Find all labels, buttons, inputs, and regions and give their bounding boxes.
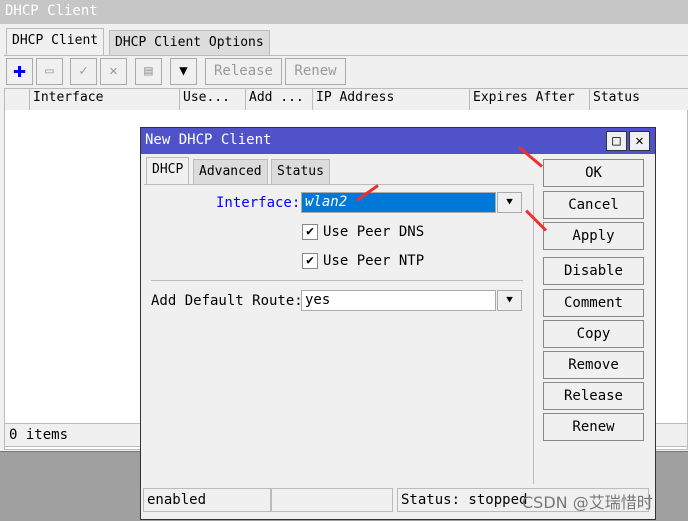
cancel-button[interactable]: Cancel [543, 191, 644, 219]
note-icon: ▤ [144, 63, 153, 79]
new-dhcp-client-dialog: New DHCP Client □ ✕ DHCP Advanced Status… [140, 127, 656, 520]
status-field-empty [271, 488, 393, 512]
column-header-select[interactable] [5, 89, 30, 110]
column-header-expires-after[interactable]: Expires After [470, 89, 590, 110]
remove-button[interactable]: ▭ [36, 58, 63, 85]
close-button[interactable]: ✕ [629, 131, 650, 151]
tab-dhcp[interactable]: DHCP [146, 157, 190, 185]
maximize-button[interactable]: □ [606, 131, 627, 151]
use-peer-ntp-label: Use Peer NTP [323, 253, 425, 269]
divider [151, 280, 523, 281]
apply-button[interactable]: Apply [543, 222, 644, 250]
interface-dropdown-button[interactable]: ⯆ [497, 192, 522, 213]
tab-dhcp-client[interactable]: DHCP Client [6, 28, 105, 56]
add-default-route-dropdown-button[interactable]: ⯆ [497, 290, 522, 311]
add-default-route-label: Add Default Route: [151, 293, 303, 309]
ok-button[interactable]: OK [543, 159, 644, 187]
copy-button[interactable]: Copy [543, 320, 644, 348]
disable-button[interactable]: ✕ [100, 58, 127, 85]
add-default-route-select[interactable]: yes [301, 290, 496, 311]
checkmark-icon: ✔ [306, 253, 314, 268]
dropdown-arrow-icon: ⯆ [504, 293, 515, 307]
divider [4, 55, 688, 56]
column-header-ip-address[interactable]: IP Address [313, 89, 470, 110]
status-enabled: enabled [143, 488, 271, 512]
interface-label: Interface: [216, 195, 301, 211]
filter-button[interactable]: ▼ [170, 58, 197, 85]
use-peer-ntp-checkbox[interactable]: ✔ [302, 253, 318, 269]
release-button[interactable]: Release [543, 382, 644, 410]
enable-button[interactable]: ✓ [70, 58, 97, 85]
remove-button[interactable]: Remove [543, 351, 644, 379]
use-peer-dns-label: Use Peer DNS [323, 224, 425, 240]
checkmark-icon: ✔ [306, 224, 314, 239]
column-header-interface[interactable]: Interface [30, 89, 180, 110]
add-button[interactable]: ✚ [6, 58, 33, 85]
comment-button[interactable]: ▤ [135, 58, 162, 85]
watermark: CSDN @艾瑞惜时 [522, 493, 653, 512]
maximize-icon: □ [612, 133, 621, 149]
renew-button[interactable]: Renew [543, 413, 644, 441]
filter-icon: ▼ [179, 63, 188, 79]
x-icon: ✕ [109, 63, 118, 79]
close-icon: ✕ [635, 133, 644, 149]
tab-dhcp-client-options[interactable]: DHCP Client Options [109, 30, 270, 56]
check-icon: ✓ [79, 63, 88, 79]
column-header-use-peer-dns[interactable]: Use... [180, 89, 246, 110]
minus-icon: ▭ [45, 63, 54, 79]
window-title: DHCP Client [0, 0, 688, 24]
column-header-status[interactable]: Status [590, 89, 688, 110]
disable-button[interactable]: Disable [543, 257, 644, 285]
release-button[interactable]: Release [205, 58, 282, 85]
renew-button[interactable]: Renew [285, 58, 346, 85]
column-header-add-default-route[interactable]: Add ... [246, 89, 313, 110]
dialog-title: New DHCP Client [141, 128, 655, 154]
interface-select[interactable]: wlan2 [301, 192, 496, 213]
comment-button[interactable]: Comment [543, 289, 644, 317]
plus-icon: ✚ [12, 58, 27, 83]
tab-advanced[interactable]: Advanced [193, 159, 268, 185]
tab-status[interactable]: Status [271, 159, 330, 185]
use-peer-dns-checkbox[interactable]: ✔ [302, 224, 318, 240]
dropdown-arrow-icon: ⯆ [504, 195, 515, 209]
